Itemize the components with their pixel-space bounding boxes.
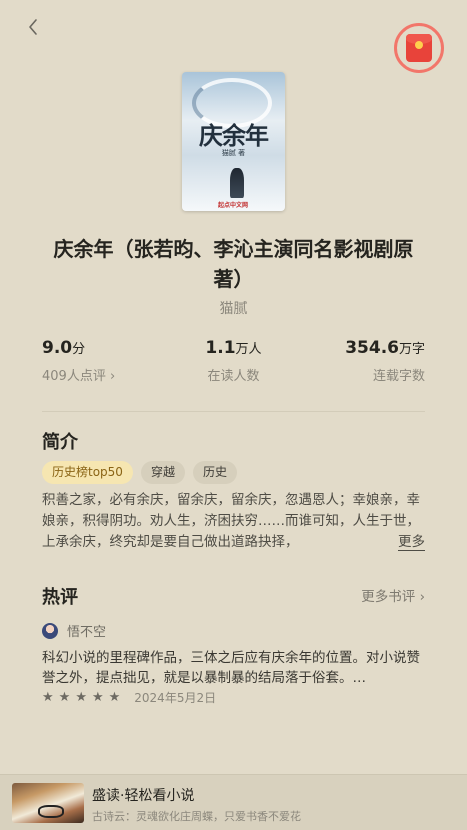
reviewer[interactable]: 悟不空	[42, 621, 106, 640]
avatar	[42, 622, 58, 639]
tag-category[interactable]: 历史	[192, 461, 237, 484]
book-cover: 庆余年 猫腻 著 起点中文网	[182, 72, 285, 211]
tag-list: 历史榜top50 穿越 历史	[42, 461, 237, 484]
review-text[interactable]: 科幻小说的里程碑作品，三体之后应有庆余年的位置。对小说赞誉之外，提点拙见，就是以…	[42, 648, 425, 688]
review-date: 2024年5月2日	[134, 691, 217, 705]
intro-more-button[interactable]: 更多	[376, 532, 425, 553]
star-icon: ★	[42, 689, 54, 705]
cover-title: 庆余年	[199, 121, 269, 150]
words-unit: 万字	[398, 342, 425, 357]
red-packet-icon	[406, 34, 432, 62]
intro-more-label: 更多	[398, 534, 425, 551]
tag-rank[interactable]: 历史榜top50	[42, 461, 133, 484]
back-button[interactable]	[24, 16, 44, 38]
comments-heading: 热评	[42, 587, 78, 608]
cover-author: 猫腻 著	[221, 149, 246, 157]
divider	[42, 411, 425, 412]
star-icon: ★	[75, 689, 87, 705]
stat-words: 354.6万字 连载字数	[345, 338, 425, 384]
review-rating: ★ ★ ★ ★ ★ 2024年5月2日	[42, 689, 216, 706]
star-icon: ★	[108, 689, 121, 705]
readers-value: 1.1	[205, 338, 236, 358]
stats-row: 9.0分 409人点评 › 1.1万人 在读人数 354.6万字 连载字数	[42, 338, 425, 388]
words-value: 354.6	[345, 338, 399, 358]
star-icon: ★	[58, 689, 71, 705]
cover-publisher: 起点中文网	[218, 202, 249, 209]
book-title: 庆余年（张若昀、李沁主演同名影视剧原著）	[53, 237, 414, 291]
words-label: 连载字数	[372, 369, 425, 384]
intro-text: 积善之家，必有余庆，留余庆，留余庆，忽遇恩人；幸娘亲，幸娘亲，积得阴功。劝人生，…	[42, 492, 420, 550]
readers-unit: 万人	[235, 342, 262, 357]
intro-heading: 简介	[42, 432, 78, 453]
tag-genre[interactable]: 穿越	[140, 461, 185, 484]
more-comments-link[interactable]: 更多书评 ›	[361, 585, 425, 605]
reviewer-name: 悟不空	[67, 625, 107, 640]
promo-thumbnail	[12, 783, 84, 823]
promo-subtitle: 古诗云：灵魂欲化庄周蝶，只爱书香不爱花	[92, 810, 301, 823]
promo-banner[interactable]: 盛读·轻松看小说 古诗云：灵魂欲化庄周蝶，只爱书香不爱花	[0, 774, 467, 830]
promo-title: 盛读·轻松看小说	[92, 788, 195, 804]
red-packet-button[interactable]	[394, 23, 444, 73]
star-icon: ★	[91, 689, 104, 705]
book-author[interactable]: 猫腻	[0, 298, 467, 318]
chevron-left-icon	[29, 19, 37, 35]
